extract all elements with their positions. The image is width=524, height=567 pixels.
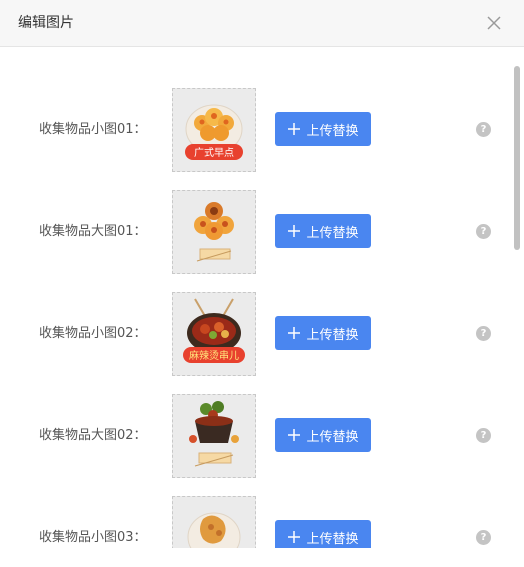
- upload-replace-button[interactable]: 上传替换: [275, 316, 371, 350]
- upload-button-label: 上传替换: [306, 531, 359, 547]
- help-icon[interactable]: ?: [476, 326, 491, 341]
- upload-replace-button[interactable]: 上传替换: [275, 214, 371, 248]
- scrollbar-thumb[interactable]: [514, 66, 520, 250]
- row-label: 收集物品大图01：: [39, 224, 147, 239]
- plus-icon: [288, 327, 301, 339]
- plus-icon: [288, 531, 301, 543]
- upload-replace-button[interactable]: 上传替换: [275, 112, 371, 146]
- help-icon[interactable]: ?: [476, 428, 491, 443]
- thumb-caption: 麻辣烫串儿: [189, 349, 239, 362]
- upload-button-label: 上传替换: [306, 225, 359, 241]
- image-thumbnail: 麻辣烫串儿: [172, 292, 256, 376]
- upload-replace-button[interactable]: 上传替换: [275, 418, 371, 452]
- plus-icon: [288, 225, 301, 237]
- row-label: 收集物品小图02：: [39, 326, 147, 341]
- help-icon[interactable]: ?: [476, 224, 491, 239]
- image-row-small-02: 收集物品小图02： 麻辣烫串儿 上传替换 ?: [0, 292, 510, 376]
- close-icon[interactable]: [484, 13, 504, 33]
- image-thumbnail: [172, 496, 256, 548]
- row-label: 收集物品小图03：: [39, 530, 147, 545]
- row-label: 收集物品小图01：: [39, 122, 147, 137]
- scrollbar-track[interactable]: [514, 66, 520, 546]
- dialog-body[interactable]: 收集物品小图01： 广式早点 上传替换 ? 收集物品大图01： 上传替换 ? 收…: [0, 48, 524, 548]
- upload-button-label: 上传替换: [306, 123, 359, 139]
- upload-button-label: 上传替换: [306, 429, 359, 445]
- dialog-header: 编辑图片: [0, 0, 524, 47]
- image-row-large-01: 收集物品大图01： 上传替换 ?: [0, 190, 510, 274]
- upload-button-label: 上传替换: [306, 327, 359, 343]
- image-thumbnail: [172, 190, 256, 274]
- dialog-title: 编辑图片: [18, 15, 74, 31]
- image-row-small-03: 收集物品小图03： 上传替换 ?: [0, 496, 510, 548]
- image-thumbnail: [172, 394, 256, 478]
- help-icon[interactable]: ?: [476, 122, 491, 137]
- row-label: 收集物品大图02：: [39, 428, 147, 443]
- image-row-small-01: 收集物品小图01： 广式早点 上传替换 ?: [0, 88, 510, 172]
- edit-image-dialog: 编辑图片 收集物品小图01： 广式早点 上传替换 ? 收集物品大图01： 上传替…: [0, 0, 524, 567]
- help-icon[interactable]: ?: [476, 530, 491, 545]
- upload-replace-button[interactable]: 上传替换: [275, 520, 371, 548]
- plus-icon: [288, 429, 301, 441]
- thumb-caption: 广式早点: [194, 146, 234, 159]
- plus-icon: [288, 123, 301, 135]
- image-thumbnail: 广式早点: [172, 88, 256, 172]
- image-row-large-02: 收集物品大图02： 上传替换 ?: [0, 394, 510, 478]
